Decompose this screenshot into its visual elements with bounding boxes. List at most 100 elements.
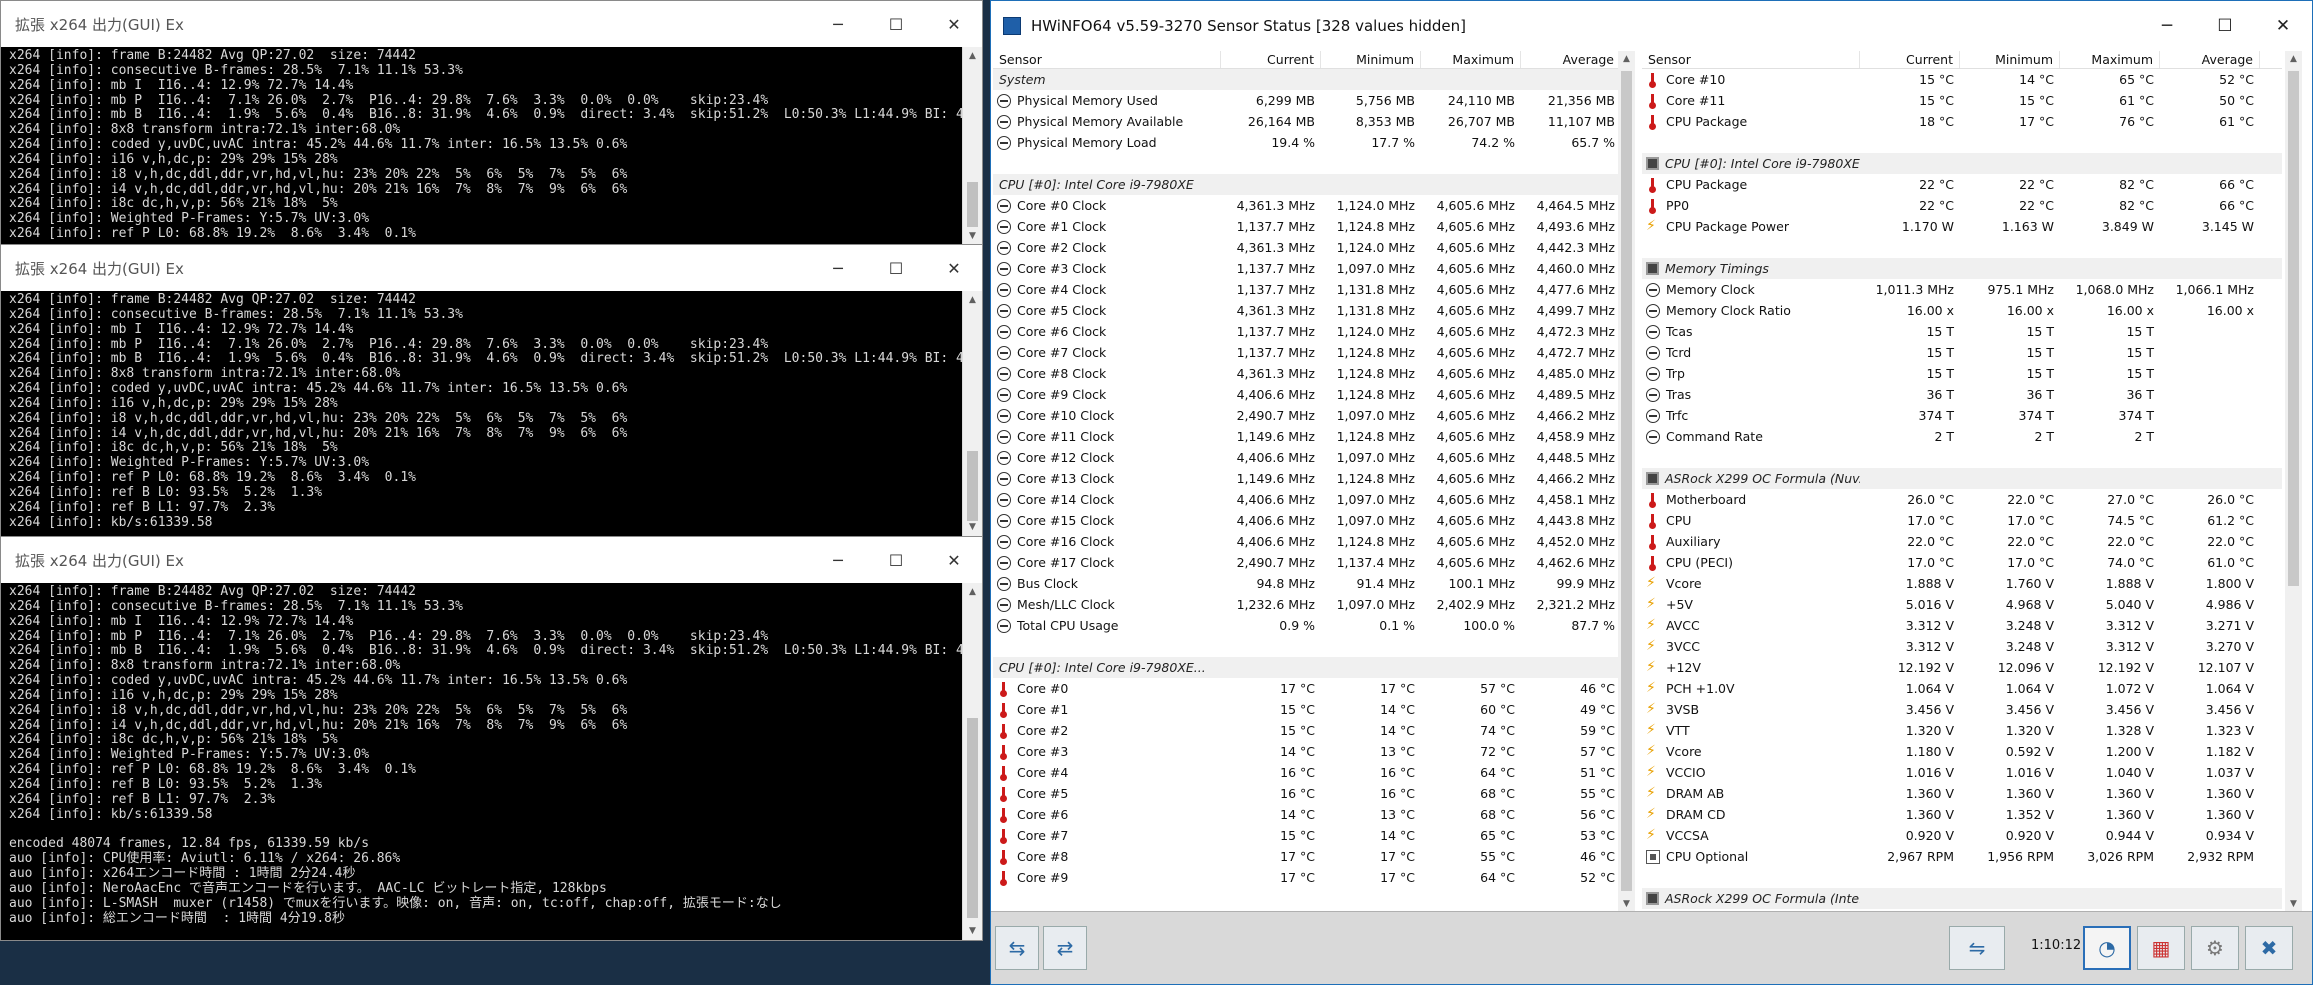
sensor-pane-left[interactable]: Sensor Current Minimum Maximum Average S… xyxy=(993,51,1633,913)
sensor-row[interactable]: Tcrd 15 T 15 T 15 T xyxy=(1642,342,2282,363)
sensor-group-header[interactable]: CPU [#0]: Intel Core i9-7980XE... xyxy=(993,657,1633,678)
minimize-icon[interactable]: ─ xyxy=(809,1,867,47)
vertical-scrollbar[interactable]: ▲ ▼ xyxy=(962,291,982,536)
sensor-row[interactable]: PP0 22 °C 22 °C 82 °C 66 °C xyxy=(1642,195,2282,216)
sensor-row[interactable]: Core #10 Clock 2,490.7 MHz 1,097.0 MHz 4,60… xyxy=(993,405,1633,426)
sensor-row[interactable]: Core #6 14 °C 13 °C 68 °C 56 °C xyxy=(993,804,1633,825)
sensor-row[interactable]: Mesh/LLC Clock 1,232.6 MHz 1,097.0 MHz 2,40… xyxy=(993,594,1633,615)
sensor-row[interactable]: +5V 5.016 V 4.968 V 5.040 V 4.986 V xyxy=(1642,594,2282,615)
sensor-row[interactable]: Core #8 Clock 4,361.3 MHz 1,124.8 MHz 4,605… xyxy=(993,363,1633,384)
sensor-row[interactable]: Vcore 1.888 V 1.760 V 1.888 V 1.800 V xyxy=(1642,573,2282,594)
scroll-up-icon[interactable]: ▲ xyxy=(1618,51,1635,68)
sensor-row[interactable]: Core #7 15 °C 14 °C 65 °C 53 °C xyxy=(993,825,1633,846)
sensor-row[interactable]: Core #2 Clock 4,361.3 MHz 1,124.0 MHz 4,605… xyxy=(993,237,1633,258)
scroll-down-icon[interactable]: ▼ xyxy=(963,518,982,536)
sensor-row[interactable]: Core #10 15 °C 14 °C 65 °C 52 °C xyxy=(1642,69,2282,90)
arrow-left-right-icon[interactable]: ⇆ xyxy=(995,926,1039,970)
scroll-thumb[interactable] xyxy=(967,451,978,521)
network-icon[interactable]: ⇋ xyxy=(1949,926,2005,970)
close-icon[interactable]: ✕ xyxy=(925,245,983,291)
maximize-icon[interactable]: ☐ xyxy=(867,245,925,291)
sensor-group-header[interactable]: CPU [#0]: Intel Core i9-7980XE xyxy=(1642,153,2282,174)
title-bar[interactable]: 拡張 x264 出力(GUI) Ex ─ ☐ ✕ xyxy=(1,1,982,47)
scroll-down-icon[interactable]: ▼ xyxy=(963,922,982,940)
maximize-icon[interactable]: ☐ xyxy=(867,1,925,47)
maximize-icon[interactable]: ☐ xyxy=(2196,1,2254,51)
sensor-row[interactable]: Core #9 Clock 4,406.6 MHz 1,124.8 MHz 4,605… xyxy=(993,384,1633,405)
maximize-icon[interactable]: ☐ xyxy=(867,537,925,583)
scroll-thumb[interactable] xyxy=(967,718,978,918)
reset-log-icon[interactable]: ▦ xyxy=(2137,926,2185,970)
sensor-row[interactable]: +12V 12.192 V 12.096 V 12.192 V 12.107 V xyxy=(1642,657,2282,678)
title-bar[interactable]: 拡張 x264 出力(GUI) Ex ─ ☐ ✕ xyxy=(1,245,982,291)
column-average[interactable]: Average xyxy=(2160,51,2260,68)
column-maximum[interactable]: Maximum xyxy=(1421,51,1521,68)
column-sensor[interactable]: Sensor xyxy=(993,51,1221,68)
sensor-row[interactable]: Core #14 Clock 4,406.6 MHz 1,097.0 MHz 4,60… xyxy=(993,489,1633,510)
sensor-row[interactable]: Physical Memory Available 26,164 MB 8,353 … xyxy=(993,111,1633,132)
sensor-row[interactable]: Core #12 Clock 4,406.6 MHz 1,097.0 MHz 4,60… xyxy=(993,447,1633,468)
sensor-row[interactable]: Core #9 17 °C 17 °C 64 °C 52 °C xyxy=(993,867,1633,888)
sensor-row[interactable]: CPU 17.0 °C 17.0 °C 74.5 °C 61.2 °C xyxy=(1642,510,2282,531)
sensor-group-header[interactable]: CPU [#0]: Intel Core i9-7980XE xyxy=(993,174,1633,195)
sensor-row[interactable]: Core #16 Clock 4,406.6 MHz 1,124.8 MHz 4,60… xyxy=(993,531,1633,552)
close-icon[interactable]: ✕ xyxy=(925,537,983,583)
sensor-row[interactable]: Trfc 374 T 374 T 374 T xyxy=(1642,405,2282,426)
scroll-thumb[interactable] xyxy=(2288,71,2299,586)
sensor-row[interactable]: DRAM CD 1.360 V 1.352 V 1.360 V 1.360 V xyxy=(1642,804,2282,825)
column-minimum[interactable]: Minimum xyxy=(1321,51,1421,68)
sensor-row[interactable]: 3VSB 3.456 V 3.456 V 3.456 V 3.456 V xyxy=(1642,699,2282,720)
sensor-group-header[interactable]: ASRock X299 OC Formula (Inte... xyxy=(1642,888,2282,909)
column-minimum[interactable]: Minimum xyxy=(1960,51,2060,68)
sensor-row[interactable]: AVCC 3.312 V 3.248 V 3.312 V 3.271 V xyxy=(1642,615,2282,636)
sensor-row[interactable]: Core #5 16 °C 16 °C 68 °C 55 °C xyxy=(993,783,1633,804)
sensor-row[interactable]: Core #5 Clock 4,361.3 MHz 1,131.8 MHz 4,605… xyxy=(993,300,1633,321)
sensor-row[interactable]: Trp 15 T 15 T 15 T xyxy=(1642,363,2282,384)
sensor-row[interactable]: CPU Package 18 °C 17 °C 76 °C 61 °C xyxy=(1642,111,2282,132)
sensor-row[interactable]: Core #2 15 °C 14 °C 74 °C 59 °C xyxy=(993,720,1633,741)
hwinfo-window[interactable]: HWiNFO64 v5.59-3270 Sensor Status [328 v… xyxy=(990,0,2313,985)
vertical-scrollbar[interactable]: ▲ ▼ xyxy=(962,47,982,245)
column-current[interactable]: Current xyxy=(1860,51,1960,68)
close-icon[interactable]: ✕ xyxy=(2254,1,2312,51)
sensor-row[interactable]: CPU Optional 2,967 RPM 1,956 RPM 3,026 RPM 2… xyxy=(1642,846,2282,867)
sensor-row[interactable]: Core #15 Clock 4,406.6 MHz 1,097.0 MHz 4,60… xyxy=(993,510,1633,531)
sensor-row[interactable]: Core #13 Clock 1,149.6 MHz 1,124.8 MHz 4,60… xyxy=(993,468,1633,489)
sensor-row[interactable]: Command Rate 2 T 2 T 2 T xyxy=(1642,426,2282,447)
sensor-row[interactable]: Memory Clock 1,011.3 MHz 975.1 MHz 1,068.0 … xyxy=(1642,279,2282,300)
sensor-row[interactable]: DRAM AB 1.360 V 1.360 V 1.360 V 1.360 V xyxy=(1642,783,2282,804)
minimize-icon[interactable]: ─ xyxy=(809,537,867,583)
title-bar[interactable]: 拡張 x264 出力(GUI) Ex ─ ☐ ✕ xyxy=(1,537,982,583)
collapse-arrows-icon[interactable]: ⇄ xyxy=(1043,926,1087,970)
sensor-row[interactable]: VCCSA 0.920 V 0.920 V 0.944 V 0.934 V xyxy=(1642,825,2282,846)
minimize-icon[interactable]: ─ xyxy=(2138,1,2196,51)
sensor-row[interactable]: Physical Memory Used 6,299 MB 5,756 MB 24,1… xyxy=(993,90,1633,111)
column-maximum[interactable]: Maximum xyxy=(2060,51,2160,68)
sensor-row[interactable]: Core #6 Clock 1,137.7 MHz 1,124.0 MHz 4,605… xyxy=(993,321,1633,342)
column-sensor[interactable]: Sensor xyxy=(1642,51,1860,68)
vertical-scrollbar-right[interactable]: ▲ ▼ xyxy=(2285,51,2302,913)
sensor-row[interactable]: Vcore 1.180 V 0.592 V 1.200 V 1.182 V xyxy=(1642,741,2282,762)
scroll-up-icon[interactable]: ▲ xyxy=(963,291,982,309)
sensor-row[interactable]: VCCIO 1.016 V 1.016 V 1.040 V 1.037 V xyxy=(1642,762,2282,783)
sensor-row[interactable]: Bus Clock 94.8 MHz 91.4 MHz 100.1 MHz 99.9 M… xyxy=(993,573,1633,594)
sensor-row[interactable]: Motherboard 26.0 °C 22.0 °C 27.0 °C 26.0 °C xyxy=(1642,489,2282,510)
sensor-row[interactable]: Tras 36 T 36 T 36 T xyxy=(1642,384,2282,405)
sensor-row[interactable]: Core #0 Clock 4,361.3 MHz 1,124.0 MHz 4,605… xyxy=(993,195,1633,216)
sensor-row[interactable]: Total CPU Usage 0.9 % 0.1 % 100.0 % 87.7 % xyxy=(993,615,1633,636)
sensor-row[interactable]: Core #11 Clock 1,149.6 MHz 1,124.8 MHz 4,60… xyxy=(993,426,1633,447)
console-window-2[interactable]: 拡張 x264 出力(GUI) Ex ─ ☐ ✕ x264 [info]: fr… xyxy=(0,244,983,537)
sensor-group-header[interactable]: ASRock X299 OC Formula (Nuv... xyxy=(1642,468,2282,489)
clock-icon[interactable]: ◔ xyxy=(2083,926,2131,970)
scroll-down-icon[interactable]: ▼ xyxy=(963,227,982,245)
console-window-1[interactable]: 拡張 x264 出力(GUI) Ex ─ ☐ ✕ x264 [info]: fr… xyxy=(0,0,983,246)
sensor-row[interactable]: Core #1 15 °C 14 °C 60 °C 49 °C xyxy=(993,699,1633,720)
sensor-group-header[interactable]: System xyxy=(993,69,1633,90)
scroll-thumb[interactable] xyxy=(967,182,978,227)
sensor-row[interactable]: Core #4 Clock 1,137.7 MHz 1,131.8 MHz 4,605… xyxy=(993,279,1633,300)
sensor-row[interactable]: Core #7 Clock 1,137.7 MHz 1,124.8 MHz 4,605… xyxy=(993,342,1633,363)
vertical-scrollbar-left[interactable]: ▲ ▼ xyxy=(1618,51,1635,913)
sensor-row[interactable]: VTT 1.320 V 1.320 V 1.328 V 1.323 V xyxy=(1642,720,2282,741)
column-current[interactable]: Current xyxy=(1221,51,1321,68)
sensor-row[interactable]: Auxiliary 22.0 °C 22.0 °C 22.0 °C 22.0 °C xyxy=(1642,531,2282,552)
